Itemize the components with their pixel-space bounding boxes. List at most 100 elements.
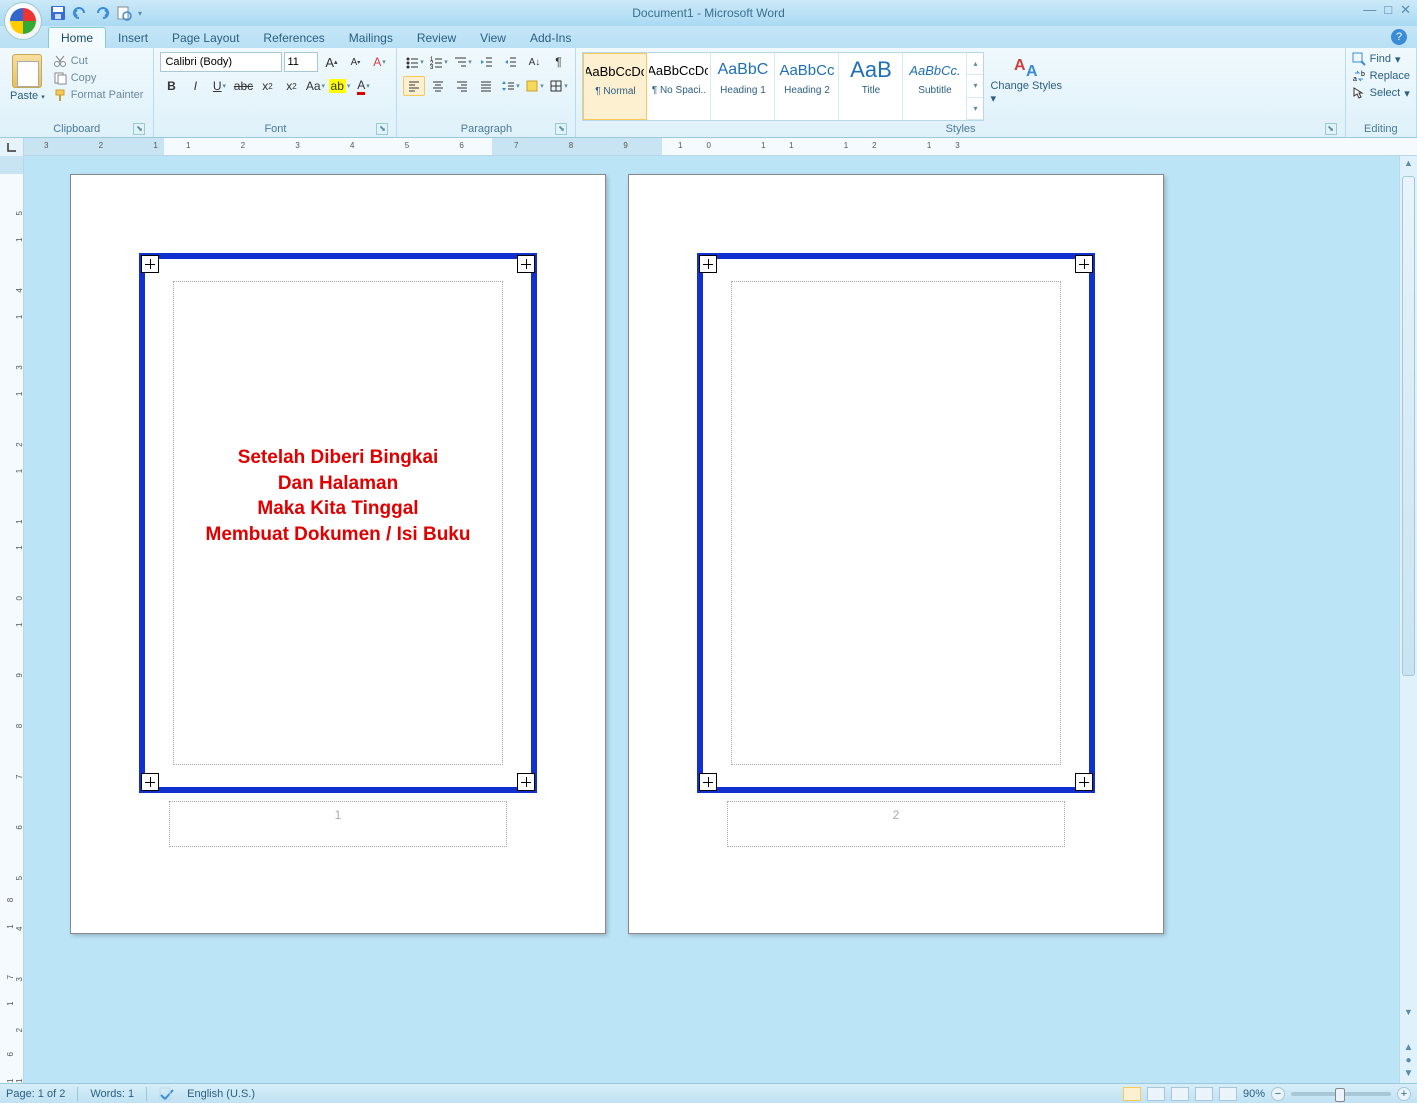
font-launcher-icon[interactable]: ⬊ xyxy=(376,123,388,135)
style--normal[interactable]: AaBbCcDc¶ Normal xyxy=(583,53,647,120)
align-right-button[interactable] xyxy=(451,76,473,96)
cut-button[interactable]: Cut xyxy=(53,54,144,68)
help-icon[interactable]: ? xyxy=(1391,29,1407,45)
status-page[interactable]: Page: 1 of 2 xyxy=(6,1088,65,1100)
superscript-button[interactable]: x2 xyxy=(280,76,302,96)
draft-view-icon[interactable] xyxy=(1219,1087,1237,1101)
clipboard-launcher-icon[interactable]: ⬊ xyxy=(133,123,145,135)
close-button[interactable]: ✕ xyxy=(1400,2,1411,18)
style-gallery-more[interactable]: ▴▾▾ xyxy=(967,53,983,120)
grow-font-icon[interactable]: A▴ xyxy=(320,52,342,72)
minimize-button[interactable]: — xyxy=(1363,2,1376,18)
shrink-font-icon[interactable]: A▾ xyxy=(344,52,366,72)
zoom-out-button[interactable]: − xyxy=(1271,1087,1285,1101)
subscript-button[interactable]: x2 xyxy=(256,76,278,96)
multilevel-button[interactable] xyxy=(451,52,473,72)
scroll-down-icon[interactable]: ▼ xyxy=(1400,1007,1417,1023)
tab-view[interactable]: View xyxy=(468,28,518,48)
document-body-text[interactable]: Setelah Diberi BingkaiDan HalamanMaka Ki… xyxy=(71,445,605,548)
outline-view-icon[interactable] xyxy=(1195,1087,1213,1101)
underline-button[interactable]: U xyxy=(208,76,230,96)
font-size-input[interactable] xyxy=(284,52,318,72)
shading-button[interactable] xyxy=(523,76,545,96)
font-color-button[interactable]: A xyxy=(352,76,374,96)
paste-button[interactable]: Paste ▾ xyxy=(10,90,45,102)
zoom-slider[interactable] xyxy=(1291,1092,1391,1096)
office-button[interactable] xyxy=(4,2,42,40)
bold-button[interactable]: B xyxy=(160,76,182,96)
style-title[interactable]: AaBTitle xyxy=(839,53,903,120)
undo-icon[interactable] xyxy=(72,5,88,21)
vertical-scrollbar[interactable]: ▲ ▼ ▲ ● ▼ xyxy=(1399,156,1417,1083)
borders-button[interactable] xyxy=(547,76,569,96)
full-screen-view-icon[interactable] xyxy=(1147,1087,1165,1101)
group-clipboard: Paste ▾ Cut Copy Format Painter Clipboar… xyxy=(0,48,154,137)
strike-button[interactable]: abc xyxy=(232,76,254,96)
align-center-button[interactable] xyxy=(427,76,449,96)
font-name-input[interactable] xyxy=(160,52,282,72)
zoom-level[interactable]: 90% xyxy=(1243,1088,1265,1100)
proofing-icon[interactable] xyxy=(159,1087,175,1101)
redo-icon[interactable] xyxy=(94,5,110,21)
qat-more-icon[interactable]: ▾ xyxy=(138,9,142,18)
italic-button[interactable]: I xyxy=(184,76,206,96)
format-painter-button[interactable]: Format Painter xyxy=(53,88,144,102)
numbering-button[interactable]: 123 xyxy=(427,52,449,72)
next-page-icon[interactable]: ▼ xyxy=(1404,1068,1414,1079)
style-heading-2[interactable]: AaBbCcHeading 2 xyxy=(775,53,839,120)
change-case-button[interactable]: Aa xyxy=(304,76,326,96)
browse-object-icon[interactable]: ● xyxy=(1405,1055,1411,1066)
change-styles-button[interactable]: AA Change Styles▾ xyxy=(990,52,1062,121)
tab-review[interactable]: Review xyxy=(405,28,468,48)
select-button[interactable]: Select ▾ xyxy=(1352,86,1410,100)
page-1[interactable]: Setelah Diberi BingkaiDan HalamanMaka Ki… xyxy=(70,174,606,934)
highlight-button[interactable]: ab xyxy=(328,76,350,96)
web-layout-view-icon[interactable] xyxy=(1171,1087,1189,1101)
zoom-in-button[interactable]: + xyxy=(1397,1087,1411,1101)
clear-format-icon[interactable]: A xyxy=(368,52,390,72)
paste-icon[interactable] xyxy=(12,54,42,88)
tab-references[interactable]: References xyxy=(251,28,336,48)
scroll-thumb[interactable] xyxy=(1402,176,1415,676)
status-words[interactable]: Words: 1 xyxy=(90,1088,134,1100)
style--no-spaci-[interactable]: AaBbCcDc¶ No Spaci.. xyxy=(647,53,711,120)
styles-label: Styles xyxy=(946,123,976,135)
style-heading-1[interactable]: AaBbCHeading 1 xyxy=(711,53,775,120)
sort-button[interactable]: A↓ xyxy=(523,52,545,72)
copy-button[interactable]: Copy xyxy=(53,71,144,85)
show-marks-button[interactable]: ¶ xyxy=(547,52,569,72)
tab-selector[interactable] xyxy=(0,138,24,156)
svg-text:b: b xyxy=(1361,71,1365,78)
page-footer[interactable]: 2 xyxy=(727,801,1065,847)
document-canvas[interactable]: Setelah Diberi BingkaiDan HalamanMaka Ki… xyxy=(24,156,1399,1083)
style-subtitle[interactable]: AaBbCc.Subtitle xyxy=(903,53,967,120)
replace-button[interactable]: abReplace xyxy=(1352,69,1410,83)
tab-addins[interactable]: Add-Ins xyxy=(518,28,583,48)
status-language[interactable]: English (U.S.) xyxy=(187,1088,255,1100)
bullets-button[interactable] xyxy=(403,52,425,72)
styles-launcher-icon[interactable]: ⬊ xyxy=(1325,123,1337,135)
tab-mailings[interactable]: Mailings xyxy=(337,28,405,48)
svg-text:a: a xyxy=(1353,76,1357,83)
line-spacing-button[interactable] xyxy=(499,76,521,96)
horizontal-ruler[interactable]: 3 2 1 1 2 3 4 5 6 7 8 9 10 11 12 13 xyxy=(24,138,1417,156)
scroll-up-icon[interactable]: ▲ xyxy=(1400,158,1417,174)
border-corner-icon xyxy=(1075,255,1093,273)
page-2[interactable]: 2 xyxy=(628,174,1164,934)
find-button[interactable]: Find ▾ xyxy=(1352,52,1410,66)
print-preview-icon[interactable] xyxy=(116,5,132,21)
paragraph-launcher-icon[interactable]: ⬊ xyxy=(555,123,567,135)
align-left-button[interactable] xyxy=(403,76,425,96)
tab-home[interactable]: Home xyxy=(48,27,106,48)
save-icon[interactable] xyxy=(50,5,66,21)
decrease-indent-button[interactable] xyxy=(475,52,497,72)
justify-button[interactable] xyxy=(475,76,497,96)
page-footer[interactable]: 1 xyxy=(169,801,507,847)
vertical-ruler[interactable]: 1 2 3 4 5 6 7 8 9 10 11 12 13 14 15 16 1… xyxy=(0,156,24,1083)
tab-insert[interactable]: Insert xyxy=(106,28,160,48)
prev-page-icon[interactable]: ▲ xyxy=(1404,1042,1414,1053)
print-layout-view-icon[interactable] xyxy=(1123,1087,1141,1101)
restore-button[interactable]: □ xyxy=(1384,2,1392,18)
increase-indent-button[interactable] xyxy=(499,52,521,72)
tab-page-layout[interactable]: Page Layout xyxy=(160,28,251,48)
